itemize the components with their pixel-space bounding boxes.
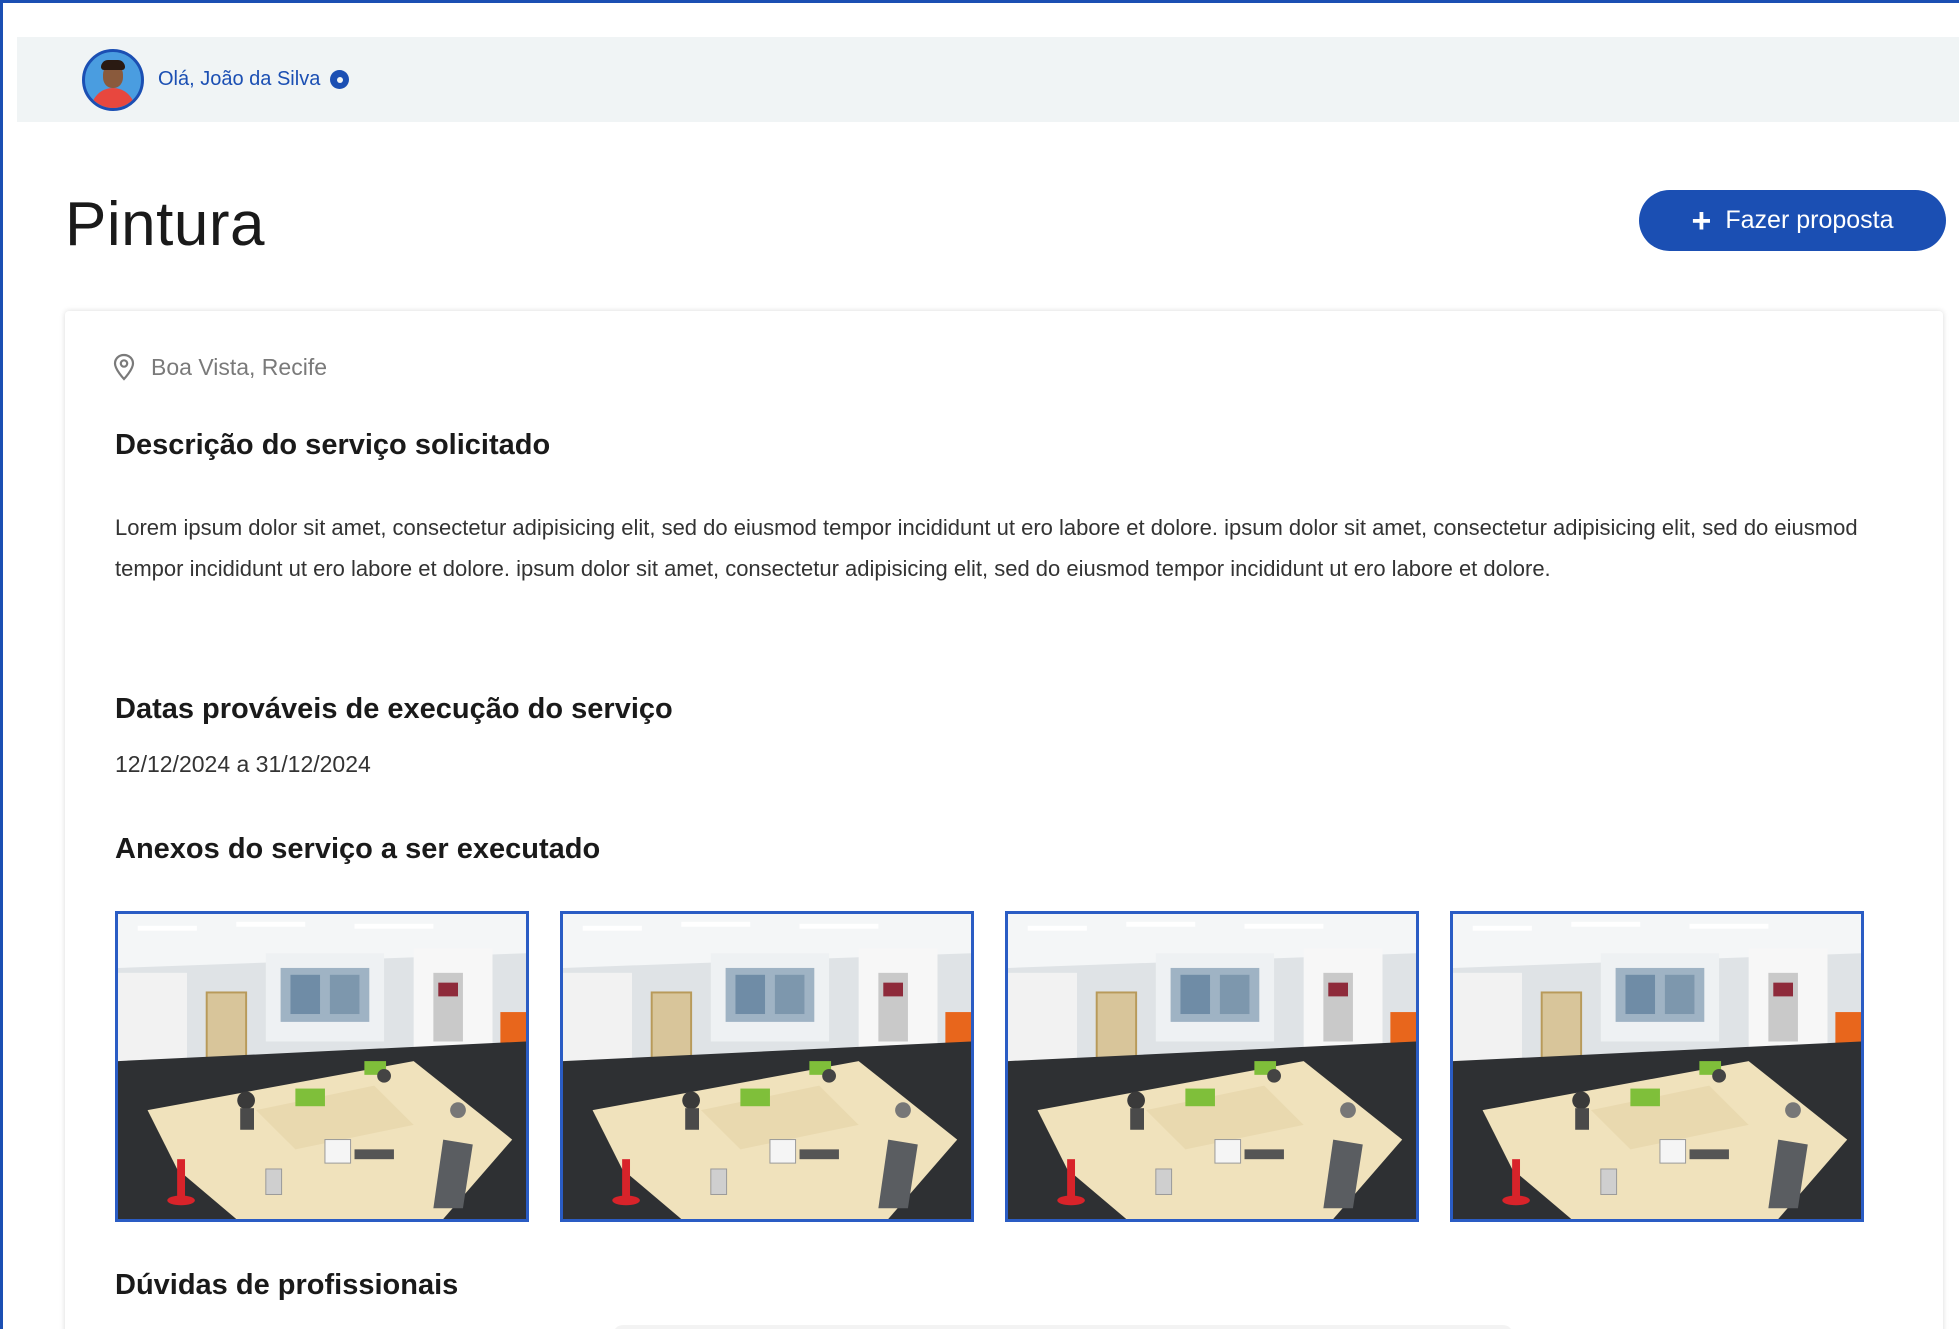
office-photo-image [118,914,526,1219]
avatar-hair [101,59,125,70]
verified-badge-icon [330,70,350,89]
attachment-thumbnail-2[interactable] [560,911,974,1222]
attachments-heading: Anexos do serviço a ser executado [115,833,601,865]
office-photo-image [1453,914,1861,1219]
office-photo-image [1008,914,1416,1219]
description-text: Lorem ipsum dolor sit amet, consectetur … [115,515,1858,581]
attachments-gallery [115,911,1864,1222]
attachment-thumbnail-3[interactable] [1005,911,1419,1222]
questions-heading: Dúvidas de profissionais [115,1269,459,1301]
location-pin-icon [113,353,135,381]
make-proposal-button[interactable]: + Fazer proposta [1639,190,1946,251]
avatar-shirt [91,87,135,108]
attachment-thumbnail-1[interactable] [115,911,529,1222]
description-heading: Descrição do serviço solicitado [115,429,551,461]
page-title: Pintura [65,190,265,259]
top-bar: Olá, João da Silva [17,37,1959,122]
app-frame: Olá, João da Silva Pintura + Fazer propo… [0,0,1959,1329]
plus-icon: + [1691,201,1712,240]
dates-heading: Datas prováveis de execução do serviço [115,693,673,725]
service-details-card: Boa Vista, Recife Descrição do serviço s… [65,311,1943,1329]
office-photo-image [563,914,971,1219]
user-greeting[interactable]: Olá, João da Silva [158,68,320,91]
attachment-thumbnail-4[interactable] [1450,911,1864,1222]
dates-value: 12/12/2024 a 31/12/2024 [115,751,371,777]
location-row: Boa Vista, Recife [113,353,327,381]
location-text: Boa Vista, Recife [151,353,328,380]
questions-input-edge[interactable] [613,1325,1513,1329]
make-proposal-label: Fazer proposta [1725,206,1894,234]
user-avatar[interactable] [82,48,144,111]
